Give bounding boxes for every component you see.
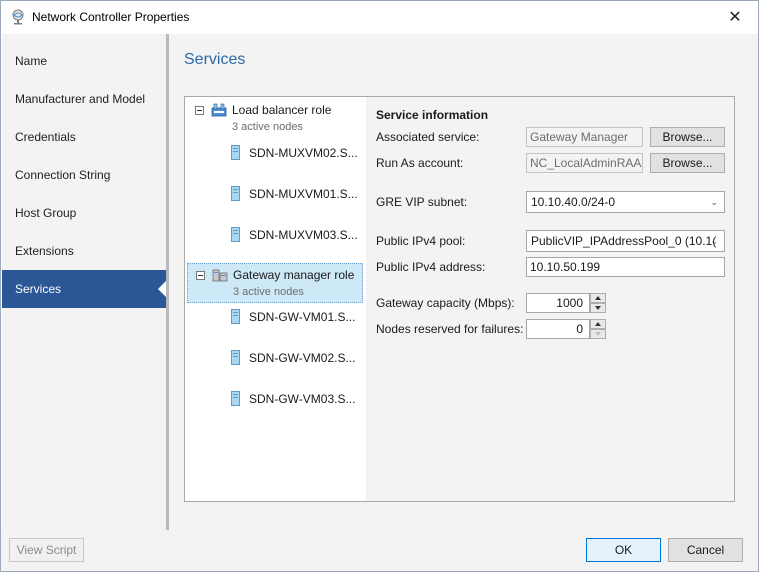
view-script-button[interactable]: View Script — [9, 538, 84, 562]
window-title: Network Controller Properties — [32, 10, 190, 24]
sidebar-item-host-group[interactable]: Host Group — [2, 194, 166, 232]
gre-vip-subnet-label: GRE VIP subnet: — [376, 195, 468, 209]
public-ipv4-pool-label: Public IPv4 pool: — [376, 234, 466, 248]
tree-role-load-balancer[interactable]: Load balancer role 3 active nodes — [187, 99, 363, 139]
title-bar: Network Controller Properties ✕ — [1, 1, 758, 33]
gre-vip-subnet-value: 10.10.40.0/24-0 — [531, 195, 616, 209]
public-ipv4-address-input[interactable]: 10.10.50.199 — [526, 257, 725, 277]
sidebar-item-name[interactable]: Name — [2, 42, 166, 80]
role-label: Gateway manager role — [233, 268, 355, 282]
sidebar-item-services[interactable]: Services — [2, 270, 166, 308]
spin-down-icon[interactable] — [590, 329, 606, 339]
nodes-reserved-input[interactable]: 0 — [526, 319, 590, 339]
spin-up-icon[interactable] — [590, 319, 606, 329]
server-icon — [231, 391, 240, 406]
node-label: SDN-GW-VM02.S... — [249, 351, 356, 365]
sidebar-item-extensions[interactable]: Extensions — [2, 232, 166, 270]
tree-node[interactable]: SDN-MUXVM01.S... — [227, 185, 363, 203]
server-icon — [231, 145, 240, 160]
node-label: SDN-GW-VM01.S... — [249, 310, 356, 324]
gateway-capacity-input[interactable]: 1000 — [526, 293, 590, 313]
server-icon — [231, 309, 240, 324]
sidebar-item-credentials[interactable]: Credentials — [2, 118, 166, 156]
sidebar-item-manufacturer-and-model[interactable]: Manufacturer and Model — [2, 80, 166, 118]
public-ipv4-pool-select[interactable]: PublicVIP_IPAddressPool_0 (10.1( ⌄ — [526, 230, 725, 252]
role-node-count: 3 active nodes — [233, 286, 304, 298]
service-tree: Load balancer role 3 active nodes SDN-MU… — [185, 97, 366, 501]
sidebar-nav: Name Manufacturer and Model Credentials … — [2, 34, 169, 530]
collapse-icon[interactable] — [195, 106, 204, 115]
run-as-account-field: NC_LocalAdminRAA — [526, 153, 643, 173]
network-controller-icon — [12, 9, 24, 25]
spin-up-icon[interactable] — [590, 293, 606, 303]
public-ipv4-address-label: Public IPv4 address: — [376, 260, 486, 274]
tree-node[interactable]: SDN-MUXVM02.S... — [227, 144, 363, 162]
spin-down-icon[interactable] — [590, 303, 606, 313]
nodes-reserved-label: Nodes reserved for failures: — [376, 322, 524, 336]
associated-service-browse-button[interactable]: Browse... — [650, 127, 725, 147]
node-label: SDN-MUXVM02.S... — [249, 146, 358, 160]
close-icon: ✕ — [728, 8, 742, 26]
associated-service-label: Associated service: — [376, 130, 480, 144]
role-node-count: 3 active nodes — [232, 121, 303, 133]
node-label: SDN-GW-VM03.S... — [249, 392, 356, 406]
page-title: Services — [184, 51, 246, 68]
collapse-icon[interactable] — [196, 271, 205, 280]
tree-node[interactable]: SDN-MUXVM03.S... — [227, 226, 363, 244]
tree-node[interactable]: SDN-GW-VM01.S... — [227, 308, 363, 326]
public-ipv4-pool-value: PublicVIP_IPAddressPool_0 (10.1( — [531, 234, 717, 248]
properties-window: Network Controller Properties ✕ Name Man… — [0, 0, 759, 572]
chevron-down-icon: ⌄ — [710, 197, 718, 207]
server-icon — [231, 227, 240, 242]
gateway-icon — [212, 269, 228, 282]
gateway-capacity-label: Gateway capacity (Mbps): — [376, 296, 515, 310]
gateway-capacity-spinner — [590, 293, 606, 313]
tree-node[interactable]: SDN-GW-VM02.S... — [227, 349, 363, 367]
nodes-reserved-spinner — [590, 319, 606, 339]
chevron-down-icon: ⌄ — [710, 236, 718, 246]
run-as-account-label: Run As account: — [376, 156, 464, 170]
role-label: Load balancer role — [232, 103, 332, 117]
tree-role-gateway-manager[interactable]: Gateway manager role 3 active nodes — [187, 263, 363, 303]
ok-button[interactable]: OK — [586, 538, 661, 562]
service-information-title: Service information — [376, 108, 489, 122]
cancel-button[interactable]: Cancel — [668, 538, 743, 562]
server-icon — [231, 186, 240, 201]
close-button[interactable]: ✕ — [712, 1, 758, 32]
node-label: SDN-MUXVM01.S... — [249, 187, 358, 201]
service-information-panel: Service information Associated service: … — [366, 97, 734, 501]
tree-node[interactable]: SDN-GW-VM03.S... — [227, 390, 363, 408]
dialog-footer: View Script OK Cancel — [1, 530, 758, 571]
associated-service-field: Gateway Manager — [526, 127, 643, 147]
sidebar-item-connection-string[interactable]: Connection String — [2, 156, 166, 194]
services-panel: Load balancer role 3 active nodes SDN-MU… — [184, 96, 735, 502]
node-label: SDN-MUXVM03.S... — [249, 228, 358, 242]
run-as-account-browse-button[interactable]: Browse... — [650, 153, 725, 173]
gre-vip-subnet-select[interactable]: 10.10.40.0/24-0 ⌄ — [526, 191, 725, 213]
content-area: Services Load balancer role 3 active nod… — [169, 34, 758, 530]
load-balancer-icon — [211, 103, 227, 117]
server-icon — [231, 350, 240, 365]
